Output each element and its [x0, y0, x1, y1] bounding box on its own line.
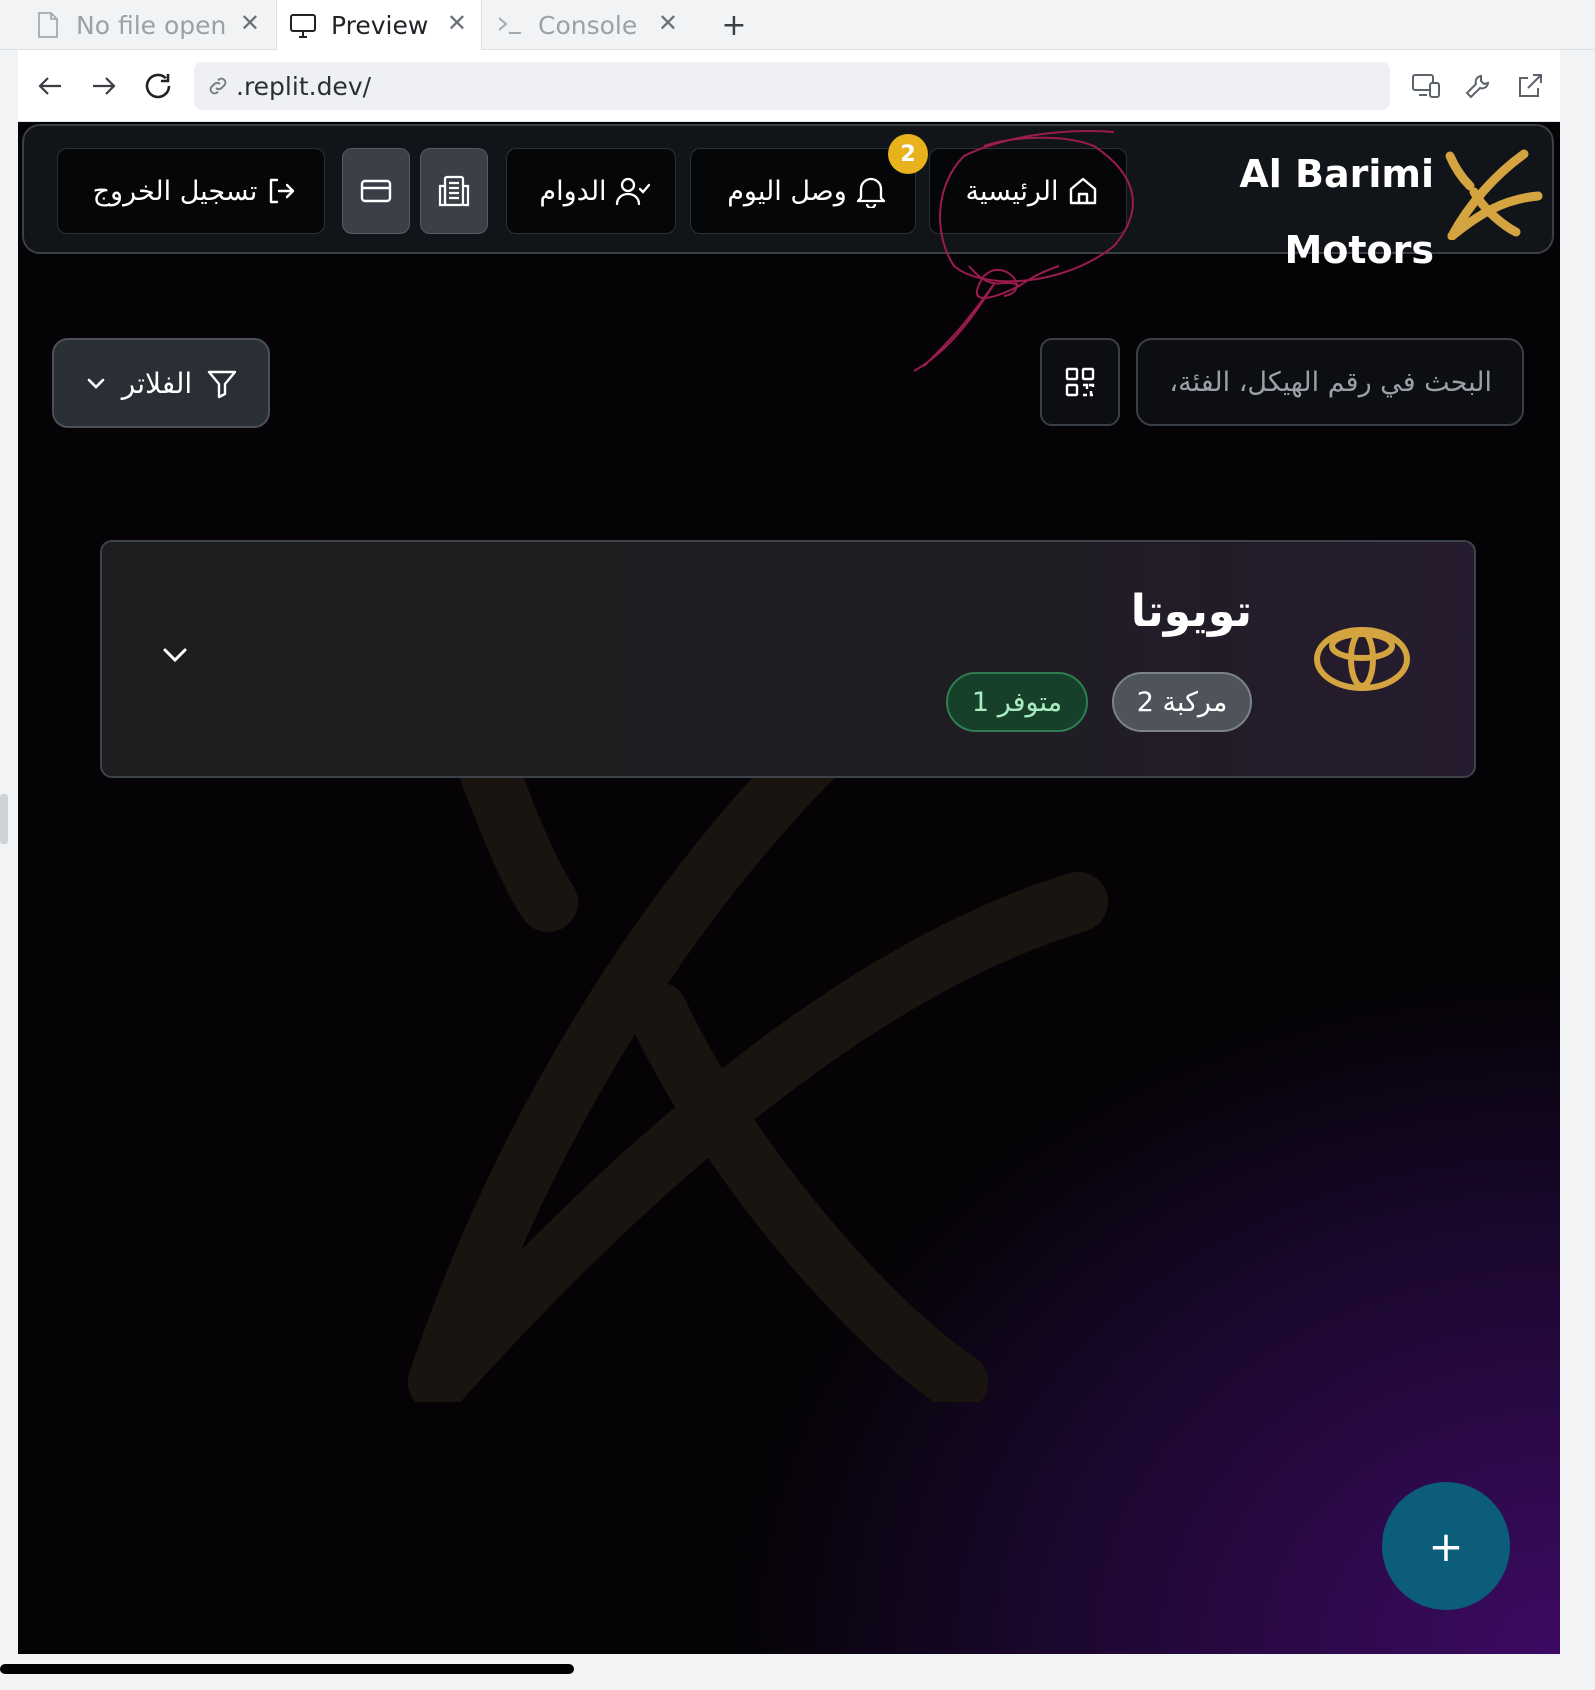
- tab-label: No file open: [76, 10, 227, 40]
- todays-arrivals-label: وصل اليوم: [727, 175, 847, 207]
- notification-badge: 2: [888, 134, 928, 174]
- expand-button[interactable]: [152, 632, 198, 678]
- url-text: .replit.dev/: [236, 71, 372, 101]
- tab-no-file-open[interactable]: No file open ✕: [34, 0, 274, 50]
- search-input[interactable]: [1136, 338, 1524, 426]
- close-icon[interactable]: ✕: [240, 9, 260, 37]
- qr-code-icon: [1065, 367, 1095, 397]
- brand-group-title: تويوتا: [1130, 586, 1252, 637]
- brand-logo-icon: [1445, 149, 1543, 240]
- background-logo-watermark: [408, 762, 1108, 1402]
- bell-icon: [856, 177, 885, 208]
- new-tab-button[interactable]: +: [714, 0, 754, 50]
- credit-card-button[interactable]: [342, 148, 410, 234]
- toyota-logo-icon: [1314, 627, 1410, 691]
- close-icon[interactable]: ✕: [447, 9, 467, 37]
- logout-label: تسجيل الخروج: [92, 175, 258, 207]
- filters-dropdown-button[interactable]: الفلاتر: [52, 338, 270, 428]
- credit-card-icon: [360, 179, 392, 203]
- link-icon: [209, 77, 227, 95]
- reload-icon[interactable]: [136, 64, 180, 108]
- available-count-badge: 1 متوفر: [946, 672, 1088, 732]
- filter-icon: [208, 370, 237, 399]
- forward-arrow-icon[interactable]: [82, 64, 126, 108]
- terminal-icon: [496, 11, 524, 39]
- vehicle-count-badge: 2 مركبة: [1112, 672, 1252, 732]
- file-icon: [34, 11, 62, 39]
- chevron-down-icon: [87, 378, 105, 389]
- tab-preview[interactable]: Preview ✕: [276, 0, 482, 51]
- browser-tab-bar: No file open ✕ Preview ✕ Console ✕ +: [0, 0, 1595, 51]
- tab-label: Preview: [331, 11, 429, 40]
- tab-label: Console: [538, 10, 638, 40]
- top-navbar: تسجيل الخروج الدوام وصل اليوم 2 الرئيسية…: [22, 124, 1554, 372]
- app-viewport: تسجيل الخروج الدوام وصل اليوم 2 الرئيسية…: [18, 122, 1560, 1654]
- devices-icon[interactable]: [1404, 64, 1448, 108]
- filters-label: الفلاتر: [121, 366, 193, 400]
- external-link-icon[interactable]: [1508, 64, 1552, 108]
- attendance-button[interactable]: الدوام: [506, 148, 676, 234]
- brand-line-2: Motors: [1284, 228, 1434, 272]
- documents-button[interactable]: [420, 148, 488, 234]
- home-button[interactable]: الرئيسية: [929, 148, 1127, 234]
- building-icon: [438, 175, 470, 207]
- logout-button[interactable]: تسجيل الخروج: [57, 148, 325, 234]
- chevron-down-icon: [163, 648, 187, 663]
- address-bar: .replit.dev/: [18, 50, 1560, 122]
- logout-icon: [270, 178, 295, 204]
- close-icon[interactable]: ✕: [658, 9, 678, 37]
- panel-resize-handle[interactable]: [0, 794, 8, 844]
- brand-group-card[interactable]: تويوتا 2 مركبة 1 متوفر: [100, 540, 1476, 778]
- qr-scan-button[interactable]: [1040, 338, 1120, 426]
- todays-arrivals-button[interactable]: وصل اليوم: [690, 148, 916, 234]
- user-check-icon: [615, 177, 650, 206]
- attendance-label: الدوام: [539, 175, 607, 207]
- back-arrow-icon[interactable]: [28, 64, 72, 108]
- tab-console[interactable]: Console ✕: [496, 0, 692, 50]
- wrench-icon[interactable]: [1456, 64, 1500, 108]
- home-label: الرئيسية: [965, 175, 1059, 207]
- home-icon: [1069, 177, 1096, 205]
- monitor-icon: [289, 12, 317, 40]
- horizontal-scrollbar-thumb[interactable]: [0, 1664, 574, 1674]
- brand-line-1: Al Barimi: [1239, 152, 1434, 196]
- brand-name: Al Barimi Motors: [1174, 136, 1434, 288]
- add-vehicle-fab[interactable]: +: [1382, 1482, 1510, 1610]
- url-field[interactable]: .replit.dev/: [194, 62, 1390, 110]
